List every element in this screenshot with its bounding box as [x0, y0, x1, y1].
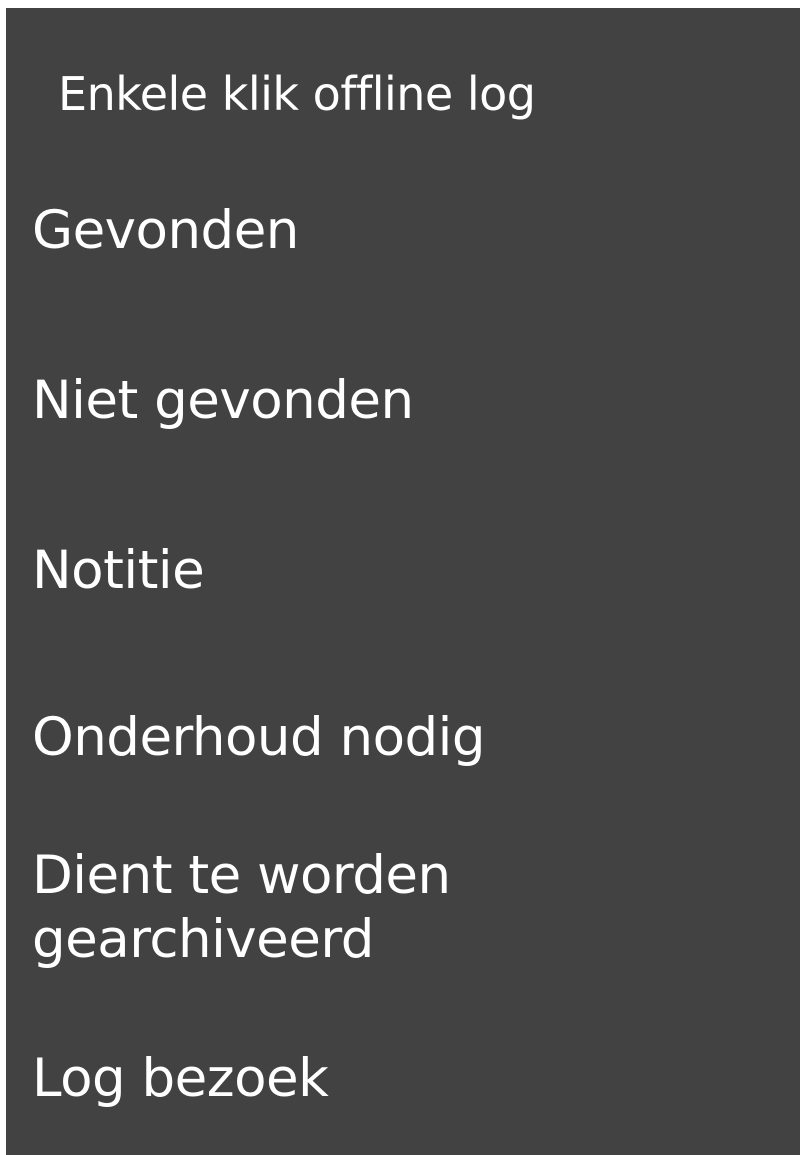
menu-item-label: Niet gevonden [32, 370, 414, 431]
menu-item-note[interactable]: Notitie [6, 538, 800, 628]
menu-item-needs-archive[interactable]: Dient te worden gearchiveerd [6, 844, 800, 984]
menu-item-needs-maintenance[interactable]: Onderhoud nodig [6, 705, 800, 795]
menu-item-label: Log bezoek [32, 1048, 329, 1109]
menu-item-label: Onderhoud nodig [32, 707, 486, 768]
menu-item-label: Notitie [32, 540, 205, 601]
offline-log-menu: Enkele klik offline log Gevonden Niet ge… [6, 8, 800, 1155]
menu-title: Enkele klik offline log [58, 67, 536, 121]
menu-item-label: Gevonden [32, 200, 299, 261]
menu-item-not-found[interactable]: Niet gevonden [6, 368, 800, 458]
menu-item-log-visit[interactable]: Log bezoek [6, 1046, 800, 1136]
menu-item-found[interactable]: Gevonden [6, 198, 800, 288]
menu-item-label: Dient te worden gearchiveerd [32, 845, 451, 970]
